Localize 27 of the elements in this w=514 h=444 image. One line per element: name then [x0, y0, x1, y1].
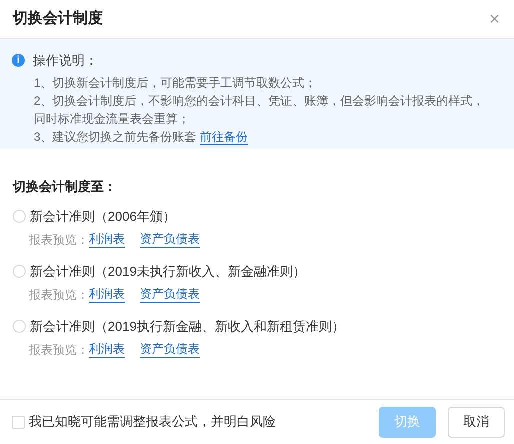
preview-link[interactable]: 资产负债表 — [140, 342, 200, 358]
acknowledge-label: 我已知晓可能需调整报表公式，并明白风险 — [29, 413, 277, 432]
notice-text: 1、切换新会计制度后，可能需要手工调节取数公式； — [34, 74, 318, 92]
preview-link[interactable]: 利润表 — [89, 232, 125, 248]
notice-heading: 操作说明： — [33, 52, 98, 70]
preview-label: 报表预览： — [29, 286, 89, 304]
notice-text: 3、建议您切换之前先备份账套 前往备份 — [34, 128, 250, 146]
info-icon: i — [12, 54, 25, 68]
option-label: 新会计准则（2006年颁） — [30, 208, 176, 226]
cancel-button[interactable]: 取消 — [448, 406, 505, 438]
notice-text: 2、切换会计制度后，不影响您的会计科目、凭证、账簿，但会影响会计报表的样式，同时标准现金流量表会重算； — [34, 92, 486, 128]
backup-link[interactable]: 前往备份 — [200, 130, 248, 144]
preview-link[interactable]: 资产负债表 — [140, 286, 200, 302]
preview-link[interactable]: 利润表 — [89, 286, 125, 302]
option-label: 新会计准则（2019执行新金融、新收入和新租赁准则） — [30, 318, 345, 336]
preview-label: 报表预览： — [29, 232, 89, 248]
close-button[interactable]: × — [489, 10, 500, 28]
preview-label: 报表预览： — [29, 342, 89, 358]
preview-link[interactable]: 利润表 — [89, 342, 125, 358]
radio-button[interactable] — [13, 210, 26, 223]
preview-link[interactable]: 资产负债表 — [140, 232, 200, 248]
radio-button[interactable] — [13, 320, 26, 333]
dialog-title: 切换会计制度 — [13, 8, 103, 29]
option-label: 新会计准则（2019未执行新收入、新金融准则） — [30, 262, 306, 281]
radio-button[interactable] — [13, 265, 26, 278]
section-title: 切换会计制度至： — [13, 178, 118, 196]
checkbox[interactable] — [12, 416, 25, 428]
